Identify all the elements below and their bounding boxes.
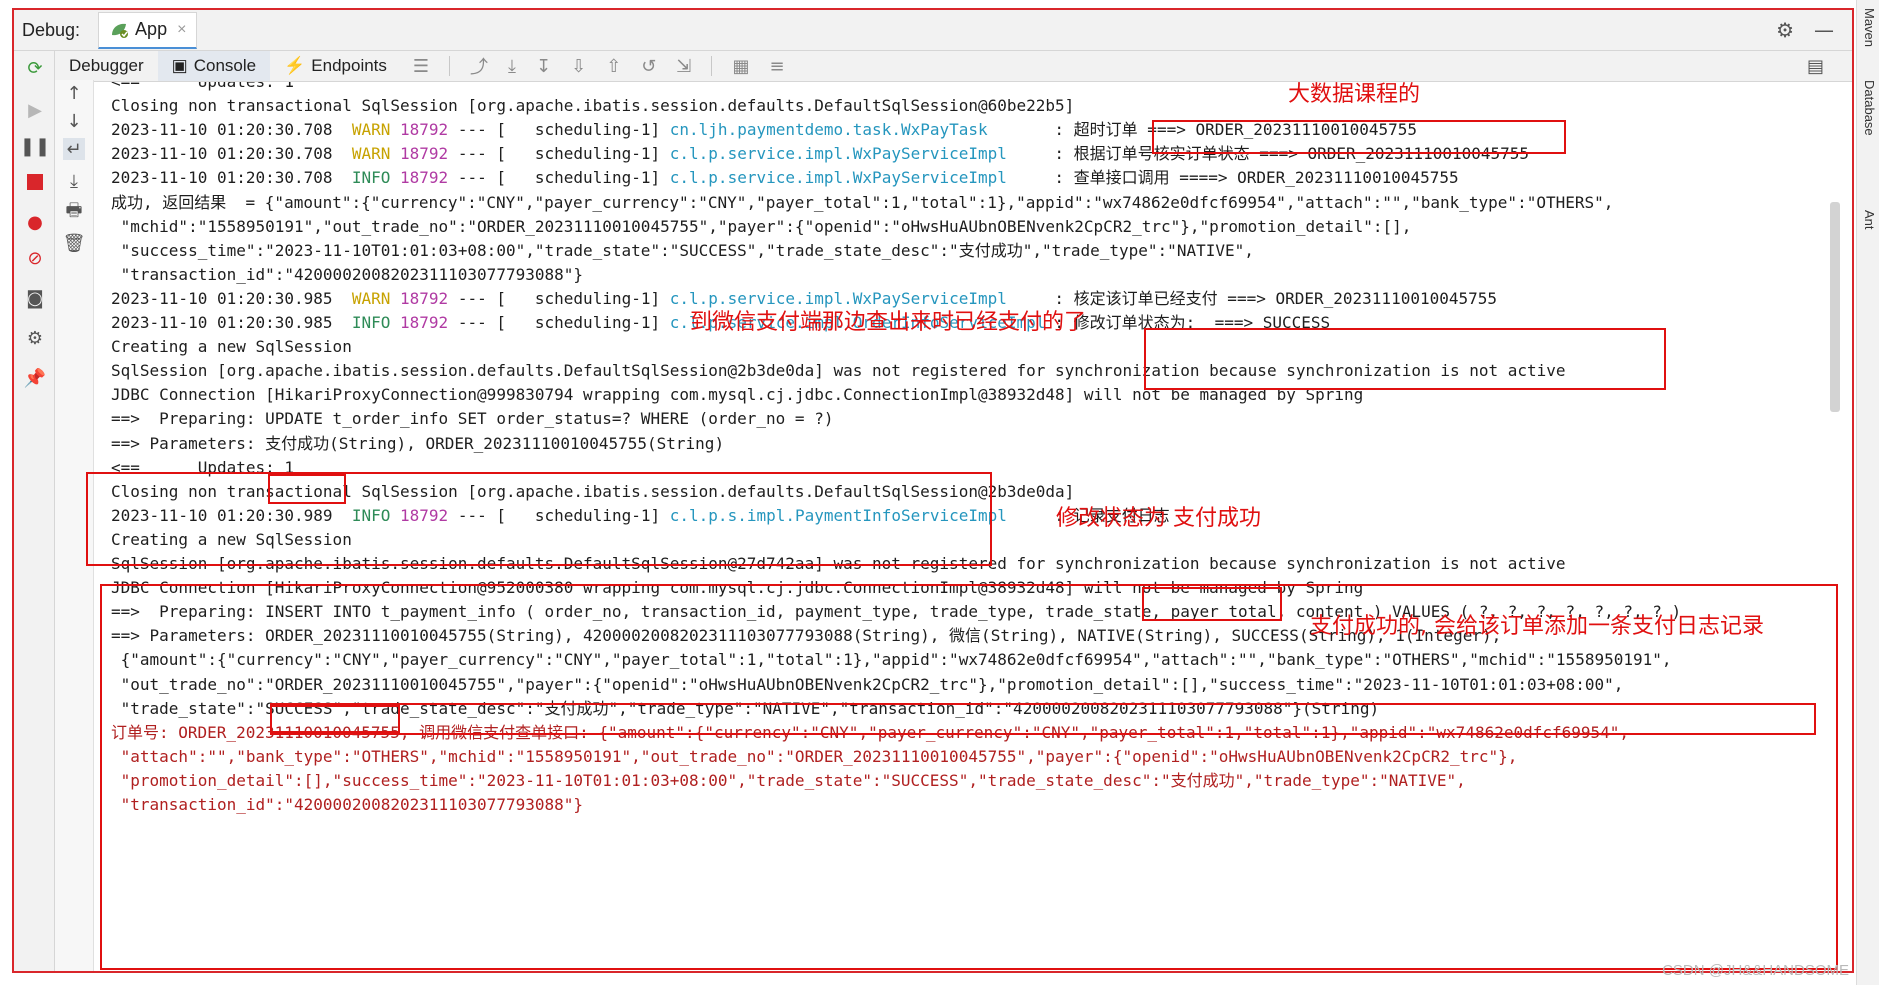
screenshot-frame <box>12 8 1854 973</box>
side-tab-ant[interactable]: Ant <box>1862 210 1877 230</box>
side-tab-maven[interactable]: Maven <box>1862 8 1877 47</box>
watermark: CSDN @JH&&HANDSOME <box>1662 962 1849 979</box>
right-tool-strip: Maven Database Ant <box>1856 0 1879 985</box>
side-tab-database[interactable]: Database <box>1862 80 1877 136</box>
